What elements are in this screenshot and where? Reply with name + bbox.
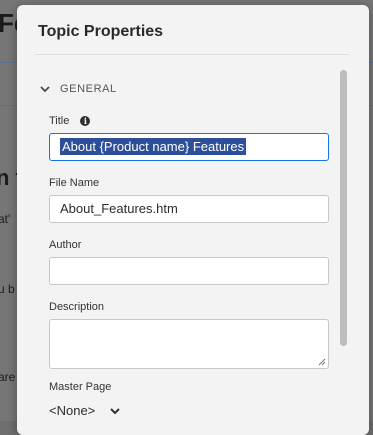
master-page-select[interactable]: <None>: [49, 403, 121, 418]
title-label: Title i: [49, 115, 91, 127]
title-input-value: About {Product name} Features: [60, 138, 247, 155]
topic-properties-dialog: Topic Properties GENERAL Title i About {…: [17, 5, 369, 435]
dialog-title: Topic Properties: [38, 23, 164, 40]
scrollbar-thumb[interactable]: [340, 70, 347, 346]
master-page-label: Master Page: [49, 381, 112, 393]
resize-grip-icon[interactable]: [318, 358, 326, 366]
master-page-value: <None>: [49, 403, 96, 418]
info-icon[interactable]: i: [80, 116, 91, 127]
background-text: u b: [0, 282, 15, 296]
author-label: Author: [49, 239, 82, 251]
file-name-input[interactable]: About_Features.htm: [49, 195, 329, 223]
background-text: at': [0, 212, 11, 226]
chevron-down-icon: [40, 86, 50, 93]
title-input[interactable]: About {Product name} Features: [49, 133, 329, 161]
file-name-label: File Name: [49, 177, 100, 189]
description-label: Description: [49, 301, 105, 313]
background-text: are: [0, 370, 16, 384]
author-input[interactable]: [49, 257, 329, 285]
file-name-input-value: About_Features.htm: [60, 201, 178, 216]
title-divider: [35, 54, 349, 55]
general-section-toggle[interactable]: GENERAL: [39, 83, 117, 95]
description-textarea[interactable]: [49, 319, 329, 369]
section-label: GENERAL: [60, 83, 117, 95]
chevron-down-icon: [110, 407, 120, 414]
title-label-text: Title: [49, 115, 70, 127]
